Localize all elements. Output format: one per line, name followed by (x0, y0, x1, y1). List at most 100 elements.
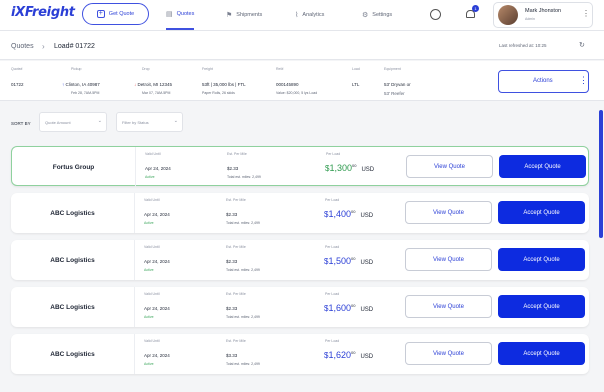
chevron-down-icon: ⌄ (97, 118, 102, 124)
sort-select[interactable]: Quote Amount ⌄ (39, 112, 107, 132)
tab-quotes-label: Quotes (176, 11, 195, 17)
valid-until-label: Valid Until (144, 292, 160, 296)
pickup-location: ↑ Clinton, IA 40987 (62, 82, 100, 87)
valid-until-date: Apr 24, 2024 (144, 353, 170, 358)
col-drop: Drop (142, 67, 150, 71)
more-vertical-icon[interactable]: ⋮ (582, 9, 590, 18)
chat-icon[interactable] (430, 9, 441, 20)
per-load-label: Per Load (325, 245, 340, 249)
carrier-name: ABC Logistics (11, 240, 135, 280)
chevron-down-icon: ⌄ (173, 118, 178, 124)
total-miles: Total est. miles: 2,499 (227, 175, 261, 179)
logo[interactable]: iXFreight (11, 5, 75, 20)
freight-sub: Paper Rolls, 26 skids (202, 91, 235, 95)
est-per-mile-label: Est. Per Mile (226, 245, 246, 249)
quote-number: 01722 (11, 82, 24, 87)
arrow-up-icon: ↑ (62, 82, 65, 87)
get-quote-button[interactable]: + Get Quote (82, 3, 149, 25)
est-per-mile: $2.33 (226, 212, 238, 217)
flag-icon: ⚑ (226, 12, 233, 19)
valid-until-label: Valid Until (145, 152, 161, 156)
quote-row[interactable]: ABC Logistics Valid Until Apr 24, 2024 A… (11, 334, 589, 374)
avatar (498, 5, 518, 25)
scrollbar[interactable] (599, 110, 603, 238)
est-per-mile-label: Est. Per Mile (226, 292, 246, 296)
status-badge: Active (144, 362, 154, 366)
load-summary: Quote# Pickup Drop Freight Ref# Load Equ… (0, 61, 604, 101)
ref-sub: Value: $20,000, 5 lys Load (276, 91, 318, 95)
carrier-name: ABC Logistics (11, 287, 135, 327)
valid-until-date: Apr 24, 2024 (144, 212, 170, 217)
notification-badge: 1 (472, 5, 479, 12)
page-title: Load# 01722 (54, 43, 95, 50)
valid-until-label: Valid Until (144, 339, 160, 343)
valid-until-date: Apr 24, 2024 (144, 306, 170, 311)
view-quote-button[interactable]: View Quote (405, 342, 492, 365)
quote-price: $1,50000USD (324, 256, 374, 266)
user-name: Mark Jhonston (525, 8, 562, 14)
tab-quotes[interactable]: ▤ Quotes (166, 0, 194, 30)
quote-row[interactable]: ABC Logistics Valid Until Apr 24, 2024 A… (11, 240, 589, 280)
tab-shipments-label: Shipments (236, 12, 263, 18)
drop-time: Mar 07, 7AM-5PM (142, 91, 171, 95)
status-badge: Active (144, 221, 154, 225)
est-per-mile: $2.33 (226, 259, 238, 264)
refresh-icon[interactable]: ↻ (579, 41, 585, 49)
gear-icon: ⚙ (362, 12, 369, 19)
quote-price: $1,40000USD (324, 209, 374, 219)
tab-analytics-label: Analytics (302, 12, 325, 18)
arrow-down-icon: ↓ (134, 82, 137, 87)
equipment-1: 53' Dryvan or (384, 82, 411, 87)
user-profile-menu[interactable]: Mark Jhonston Admin ⋮ (493, 2, 593, 28)
view-quote-button[interactable]: View Quote (406, 155, 493, 178)
per-load-label: Per Load (325, 292, 340, 296)
accept-quote-button[interactable]: Accept Quote (498, 248, 585, 271)
ref-number: 000145890 (276, 82, 299, 87)
tab-shipments[interactable]: ⚑ Shipments (226, 0, 262, 30)
more-vertical-icon: ⋮ (579, 75, 588, 85)
drop-location: ↓ Detroit, MI 12345 (134, 82, 173, 87)
carrier-name: ABC Logistics (11, 193, 135, 233)
get-quote-label: Get Quote (108, 11, 135, 17)
view-quote-button[interactable]: View Quote (405, 248, 492, 271)
freight-info: 53ft | 35,000 lbs | FTL (202, 82, 246, 87)
bell-icon[interactable]: 1 (465, 5, 479, 20)
chart-icon: ⌇ (295, 12, 299, 19)
accept-quote-button[interactable]: Accept Quote (498, 295, 585, 318)
accept-quote-button[interactable]: Accept Quote (499, 155, 586, 178)
valid-until-label: Valid Until (144, 245, 160, 249)
total-miles: Total est. miles: 2,499 (226, 315, 260, 319)
actions-button[interactable]: Actions ⋮ (498, 70, 589, 93)
last-refreshed: Last refreshed at: 10:25 (499, 43, 547, 48)
actions-label: Actions (533, 78, 553, 84)
quote-row[interactable]: ABC Logistics Valid Until Apr 24, 2024 A… (11, 287, 589, 327)
sort-by-label: SORT BY (11, 121, 31, 126)
valid-until-label: Valid Until (144, 198, 160, 202)
status-badge: Active (144, 315, 154, 319)
breadcrumb-quotes[interactable]: Quotes (11, 43, 34, 50)
quote-row[interactable]: ABC Logistics Valid Until Apr 24, 2024 A… (11, 193, 589, 233)
accept-quote-button[interactable]: Accept Quote (498, 342, 585, 365)
quote-row[interactable]: Fortus Group Valid Until Apr 24, 2024 Ac… (11, 146, 589, 187)
carrier-name: Fortus Group (12, 147, 136, 187)
status-badge: Active (145, 175, 155, 179)
total-miles: Total est. miles: 2,499 (226, 221, 260, 225)
est-per-mile-label: Est. Per Mile (227, 152, 247, 156)
est-per-mile-label: Est. Per Mile (226, 339, 246, 343)
view-quote-button[interactable]: View Quote (405, 295, 492, 318)
document-icon: ▤ (166, 11, 173, 18)
valid-until-date: Apr 24, 2024 (145, 166, 171, 171)
per-load-label: Per Load (325, 198, 340, 202)
tab-settings-label: Settings (372, 12, 393, 18)
tab-settings[interactable]: ⚙ Settings (362, 0, 392, 30)
chevron-right-icon: › (42, 42, 45, 51)
status-filter-select[interactable]: Filter by Status ⌄ (116, 112, 183, 132)
tab-analytics[interactable]: ⌇ Analytics (295, 0, 324, 30)
status-filter-value: Filter by Status (122, 120, 149, 125)
load-type: LTL (352, 82, 360, 87)
est-per-mile: $2.33 (227, 166, 239, 171)
col-ref: Ref# (276, 67, 284, 71)
accept-quote-button[interactable]: Accept Quote (498, 201, 585, 224)
quote-price: $1,60000USD (324, 303, 374, 313)
view-quote-button[interactable]: View Quote (405, 201, 492, 224)
